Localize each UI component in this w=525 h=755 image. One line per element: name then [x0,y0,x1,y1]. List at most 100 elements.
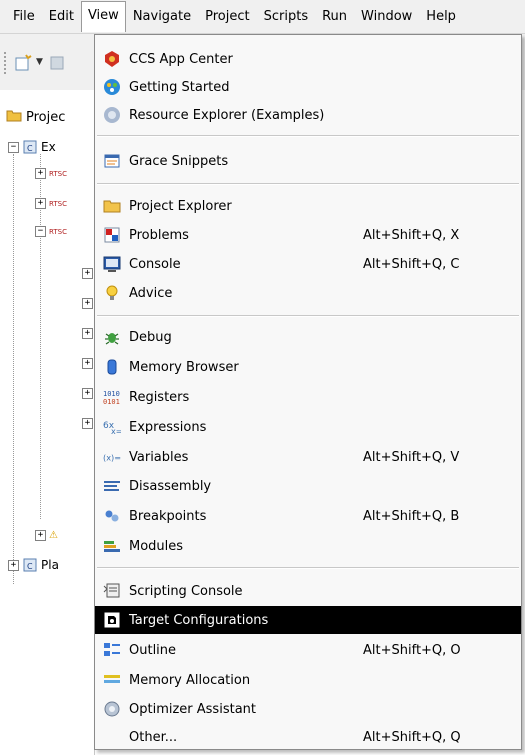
menu-file[interactable]: File [6,2,42,32]
resource-explorer-icon [103,106,121,124]
menu-item-label: Memory Browser [129,359,239,375]
menu-item-label: Registers [129,389,190,405]
menu-scripts[interactable]: Scripts [257,2,315,32]
collapse-icon[interactable]: − [8,141,19,153]
menu-item-shortcut: Alt+Shift+Q, V [363,449,460,465]
expressions-icon: 6x x= [103,418,121,436]
expand-icon[interactable]: + [82,418,93,429]
menu-item-target-configurations[interactable]: Target Configurations [95,606,521,634]
dropdown-arrow-icon[interactable]: ▼ [36,57,43,67]
menu-item-label: Getting Started [129,79,230,95]
menu-separator [97,315,519,317]
menu-item-shortcut: Alt+Shift+Q, C [363,256,460,272]
menu-item-expressions[interactable]: 6x x= Expressions [95,413,521,441]
menu-item-debug[interactable]: Debug [95,323,521,351]
breakpoints-icon [103,507,121,525]
menu-item-ccs-app-center[interactable]: CCS App Center [95,45,521,73]
menu-run[interactable]: Run [315,2,354,32]
expand-icon[interactable]: + [82,328,93,339]
menu-item-variables[interactable]: (x)= Variables Alt+Shift+Q, V [95,443,521,471]
expand-icon[interactable]: + [82,388,93,399]
menu-project[interactable]: Project [198,2,256,32]
menu-item-label: Breakpoints [129,508,207,524]
menu-separator [97,183,519,185]
tree-item[interactable]: + C Pla [8,558,59,572]
tree-guide-line [13,154,14,584]
warning-icon: ⚠ [49,530,58,541]
menu-item-label: Grace Snippets [129,153,229,169]
expand-icon[interactable]: + [82,358,93,369]
save-icon[interactable] [50,54,70,72]
menu-item-label: Outline [129,642,177,658]
tree-item[interactable]: + RTSC [35,198,67,209]
project-explorer-panel: Projec − C Ex + RTSC + RTSC − RTSC + + + + … [0,92,95,755]
menu-help[interactable]: Help [419,2,463,32]
bug-icon [103,328,121,346]
project-icon: C [23,558,37,572]
rtsc-icon: RTSC [49,199,67,208]
menu-item-resource-explorer[interactable]: Resource Explorer (Examples) [95,101,521,129]
project-icon: C [23,140,37,154]
menu-item-grace-snippets[interactable]: Grace Snippets [95,147,521,175]
menu-item-memory-allocation[interactable]: Memory Allocation [95,666,521,694]
menu-item-shortcut: Alt+Shift+Q, B [363,508,460,524]
tree-item[interactable]: − RTSC [35,226,67,237]
menu-item-disassembly[interactable]: Disassembly [95,472,521,500]
snippets-icon [103,152,121,170]
menu-separator [97,567,519,569]
collapse-icon[interactable]: − [35,226,46,237]
project-explorer-tab[interactable]: Projec [6,108,65,126]
menu-item-getting-started[interactable]: Getting Started [95,73,521,101]
app-center-icon [103,50,121,68]
expand-icon[interactable]: + [82,268,93,279]
optimizer-icon [103,700,121,718]
menu-item-label: Scripting Console [129,583,243,599]
menu-navigate[interactable]: Navigate [126,2,198,32]
menu-item-label: Console [129,256,181,272]
menu-item-other[interactable]: Other... Alt+Shift+Q, Q [95,723,521,751]
expand-icon[interactable]: + [35,168,46,179]
menu-item-label: Project Explorer [129,198,232,214]
menu-window[interactable]: Window [354,2,419,32]
menu-item-optimizer-assistant[interactable]: Optimizer Assistant [95,695,521,723]
menu-item-breakpoints[interactable]: Breakpoints Alt+Shift+Q, B [95,502,521,530]
menu-item-label: Modules [129,538,184,554]
menu-item-registers[interactable]: 1010 0101 Registers [95,383,521,411]
menu-item-label: Memory Allocation [129,672,251,688]
getting-started-icon [103,78,121,96]
svg-text:C: C [27,144,33,153]
menu-item-project-explorer[interactable]: Project Explorer [95,192,521,220]
menu-edit[interactable]: Edit [42,2,81,32]
tree-item[interactable]: + ⚠ [35,530,58,541]
expand-icon[interactable]: + [35,530,46,541]
menu-item-advice[interactable]: Advice [95,279,521,307]
view-menu-dropdown: CCS App Center Getting Started Resource … [94,34,522,750]
scripting-console-icon [103,582,121,600]
menu-item-console[interactable]: Console Alt+Shift+Q, C [95,250,521,278]
new-project-icon[interactable] [14,54,34,72]
svg-text:(x)=: (x)= [103,452,121,462]
expand-icon[interactable]: + [82,298,93,309]
menu-view[interactable]: View [80,1,126,32]
expand-icon[interactable]: + [35,198,46,209]
expand-icon[interactable]: + [8,559,19,571]
registers-icon: 1010 0101 [103,388,121,406]
menu-item-modules[interactable]: Modules [95,532,521,560]
menu-item-shortcut: Alt+Shift+Q, X [363,227,460,243]
rtsc-icon: RTSC [49,169,67,178]
menu-item-memory-browser[interactable]: Memory Browser [95,353,521,381]
lightbulb-icon [103,284,121,302]
memory-icon [103,358,121,376]
console-icon [103,255,121,273]
menu-item-label: Resource Explorer (Examples) [129,107,325,123]
memory-allocation-icon [103,671,121,689]
menu-item-label: Optimizer Assistant [129,701,256,717]
tree-item[interactable]: − C Ex [8,140,56,154]
folder-icon [103,197,121,215]
svg-text:0101: 0101 [103,398,120,406]
menu-item-label: Advice [129,285,173,301]
menu-item-problems[interactable]: Problems Alt+Shift+Q, X [95,221,521,249]
menu-item-outline[interactable]: Outline Alt+Shift+Q, O [95,636,521,664]
tree-item[interactable]: + RTSC [35,168,67,179]
menu-item-scripting-console[interactable]: Scripting Console [95,577,521,605]
